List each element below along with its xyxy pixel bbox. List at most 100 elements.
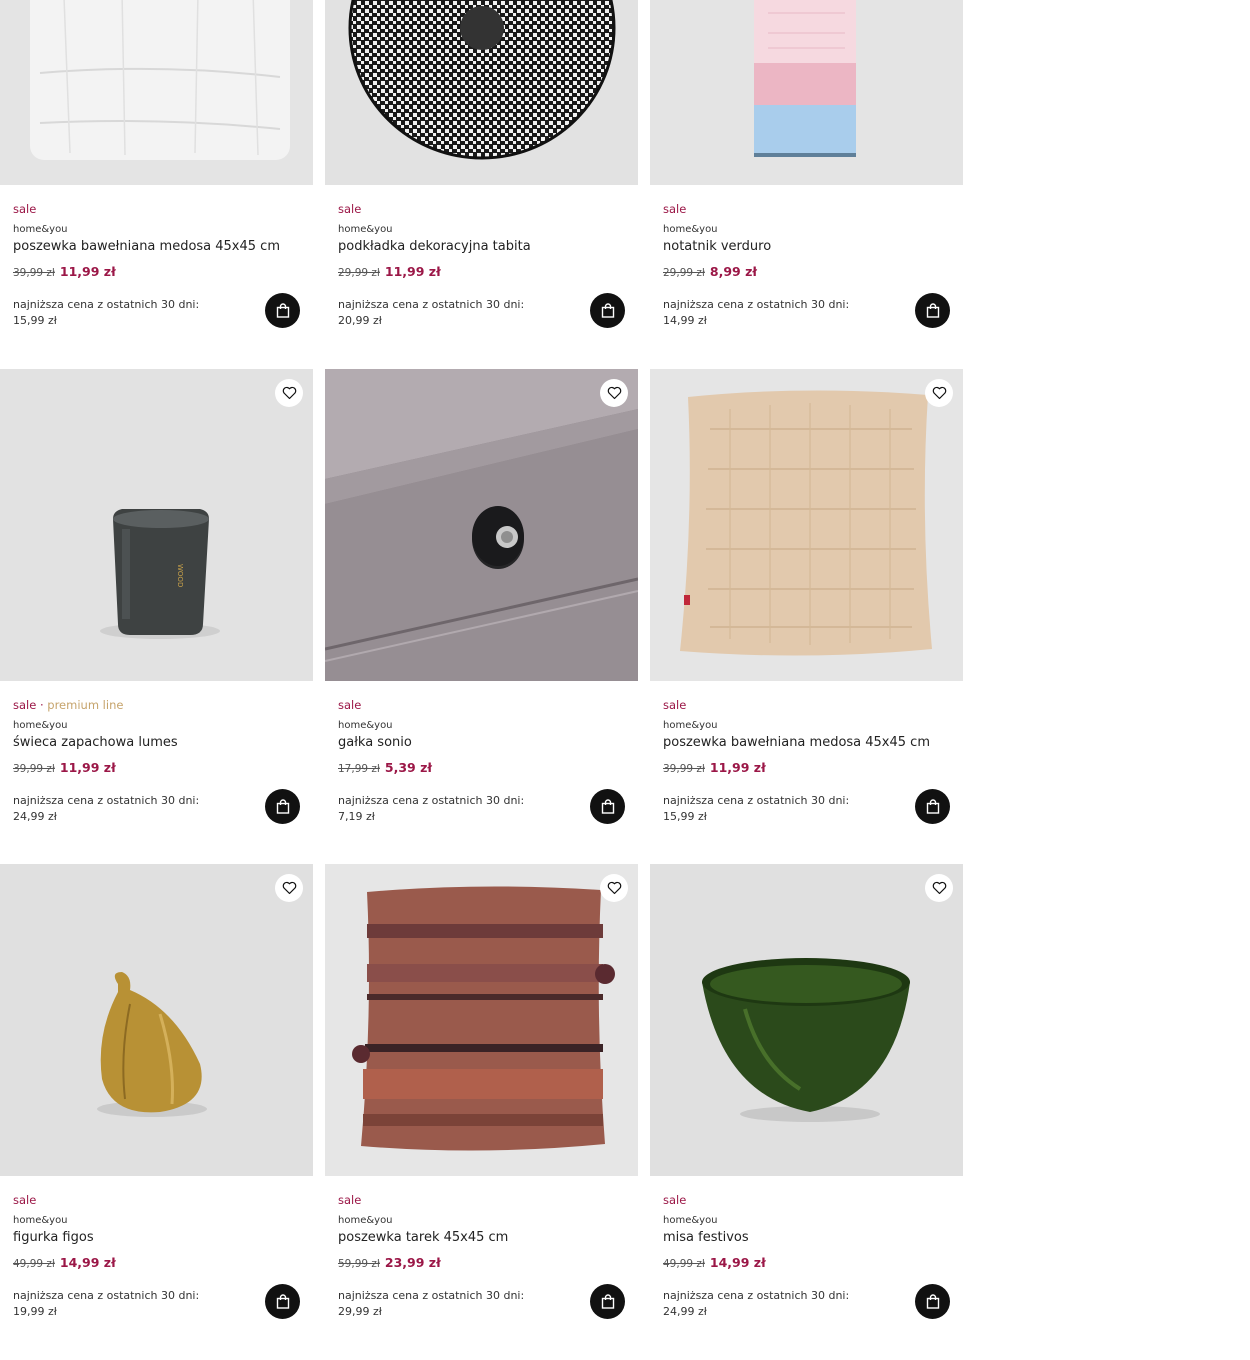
new-price: 8,99 zł	[709, 264, 758, 279]
shopping-bag-icon	[926, 1294, 939, 1309]
sale-tag: sale	[338, 1193, 362, 1207]
add-to-cart-button[interactable]	[265, 293, 300, 328]
add-to-cart-button[interactable]	[265, 789, 300, 824]
sale-tag: sale	[338, 202, 362, 216]
shopping-bag-icon	[601, 303, 614, 318]
candle-image: WOOD	[0, 369, 313, 681]
lowest-price-note: najniższa cena z ostatnich 30 dni: 15,99 …	[13, 297, 199, 329]
brand-label: home&you	[13, 224, 68, 235]
product-card[interactable]: sale home&you notatnik verduro 29,99 zł 8…	[650, 0, 963, 369]
product-name[interactable]: gałka sonio	[338, 735, 625, 751]
lowest-price-note: najniższa cena z ostatnich 30 dni: 15,99 …	[663, 793, 849, 825]
add-to-cart-button[interactable]	[265, 1284, 300, 1319]
notepad-image	[650, 0, 963, 185]
product-name[interactable]: podkładka dekoracyjna tabita	[338, 239, 625, 255]
lowest-price-label: najniższa cena z ostatnich 30 dni:	[663, 298, 850, 311]
heart-icon	[932, 386, 946, 400]
add-to-cart-button[interactable]	[915, 293, 950, 328]
favorite-button[interactable]	[925, 874, 953, 902]
lowest-price-value: 19,99 zł	[13, 1305, 57, 1318]
lowest-price-label: najniższa cena z ostatnich 30 dni:	[663, 794, 850, 807]
green-bowl-image	[650, 864, 963, 1176]
heart-icon	[607, 881, 621, 895]
product-name[interactable]: poszewka bawełniana medosa 45x45 cm	[663, 735, 950, 751]
product-name[interactable]: misa festivos	[663, 1230, 950, 1246]
product-image[interactable]	[325, 0, 638, 185]
white-cushion-image	[0, 0, 313, 185]
heart-icon	[932, 881, 946, 895]
product-card[interactable]: sale home&you poszewka tarek 45x45 cm 59…	[325, 864, 638, 1360]
lowest-price-note: najniższa cena z ostatnich 30 dni: 24,99 …	[13, 793, 199, 825]
product-image[interactable]	[325, 864, 638, 1176]
tag-separator: ·	[36, 698, 48, 712]
product-image[interactable]	[325, 369, 638, 681]
brand-label: home&you	[338, 720, 393, 731]
sale-tag: sale	[13, 1193, 37, 1207]
brand-label: home&you	[13, 720, 68, 731]
shopping-bag-icon	[926, 303, 939, 318]
add-to-cart-button[interactable]	[590, 293, 625, 328]
sale-tag: sale	[13, 202, 37, 216]
lowest-price-label: najniższa cena z ostatnich 30 dni:	[338, 298, 525, 311]
new-price: 11,99 zł	[384, 264, 441, 279]
product-image[interactable]	[650, 369, 963, 681]
product-card[interactable]: sale home&you gałka sonio 17,99 zł 5,39 z…	[325, 369, 638, 865]
drawer-knob-image	[325, 369, 638, 681]
lowest-price-value: 14,99 zł	[663, 314, 707, 327]
add-to-cart-button[interactable]	[590, 1284, 625, 1319]
heart-icon	[282, 386, 296, 400]
favorite-button[interactable]	[275, 874, 303, 902]
product-image[interactable]	[650, 0, 963, 185]
old-price: 39,99 zł	[13, 267, 55, 279]
lowest-price-note: najniższa cena z ostatnich 30 dni: 7,19 z…	[338, 793, 524, 825]
product-name[interactable]: świeca zapachowa lumes	[13, 735, 300, 751]
product-name[interactable]: notatnik verduro	[663, 239, 950, 255]
lowest-price-label: najniższa cena z ostatnich 30 dni:	[13, 298, 200, 311]
lowest-price-value: 7,19 zł	[338, 810, 375, 823]
lowest-price-note: najniższa cena z ostatnich 30 dni: 29,99 …	[338, 1288, 524, 1320]
old-price: 17,99 zł	[338, 763, 380, 775]
favorite-button[interactable]	[600, 379, 628, 407]
product-card[interactable]: sale home&you poszewka bawełniana medosa…	[650, 369, 963, 865]
product-card[interactable]: WOOD sale · premium line home&you świeca…	[0, 369, 313, 865]
brand-label: home&you	[338, 1215, 393, 1226]
brand-label: home&you	[663, 720, 718, 731]
shopping-bag-icon	[601, 1294, 614, 1309]
new-price: 11,99 zł	[59, 760, 116, 775]
favorite-button[interactable]	[600, 874, 628, 902]
brand-label: home&you	[663, 1215, 718, 1226]
old-price: 29,99 zł	[338, 267, 380, 279]
lowest-price-label: najniższa cena z ostatnich 30 dni:	[338, 794, 525, 807]
product-card[interactable]: sale home&you figurka figos 49,99 zł 14,9…	[0, 864, 313, 1360]
product-image[interactable]: WOOD	[0, 369, 313, 681]
add-to-cart-button[interactable]	[915, 789, 950, 824]
product-image[interactable]	[0, 0, 313, 185]
add-to-cart-button[interactable]	[590, 789, 625, 824]
lowest-price-note: najniższa cena z ostatnich 30 dni: 24,99 …	[663, 1288, 849, 1320]
favorite-button[interactable]	[925, 379, 953, 407]
svg-text:WOOD: WOOD	[176, 564, 184, 587]
product-card[interactable]: sale home&you misa festivos 49,99 zł 14,9…	[650, 864, 963, 1360]
product-name[interactable]: poszewka bawełniana medosa 45x45 cm	[13, 239, 300, 255]
new-price: 14,99 zł	[59, 1255, 116, 1270]
lowest-price-value: 24,99 zł	[663, 1305, 707, 1318]
brand-label: home&you	[338, 224, 393, 235]
shopping-bag-icon	[276, 1294, 289, 1309]
lowest-price-note: najniższa cena z ostatnich 30 dni: 20,99 …	[338, 297, 524, 329]
sale-tag: sale	[663, 1193, 687, 1207]
brand-label: home&you	[13, 1215, 68, 1226]
product-card[interactable]: sale home&you poszewka bawełniana medosa…	[0, 0, 313, 369]
add-to-cart-button[interactable]	[915, 1284, 950, 1319]
lowest-price-value: 24,99 zł	[13, 810, 57, 823]
product-name[interactable]: poszewka tarek 45x45 cm	[338, 1230, 625, 1246]
premium-line-tag: premium line	[47, 698, 124, 712]
heart-icon	[607, 386, 621, 400]
product-image[interactable]	[650, 864, 963, 1176]
product-name[interactable]: figurka figos	[13, 1230, 300, 1246]
sale-tag: sale	[338, 698, 362, 712]
golden-fig-image	[0, 864, 313, 1176]
new-price: 11,99 zł	[709, 760, 766, 775]
product-image[interactable]	[0, 864, 313, 1176]
product-card[interactable]: sale home&you podkładka dekoracyjna tabi…	[325, 0, 638, 369]
favorite-button[interactable]	[275, 379, 303, 407]
